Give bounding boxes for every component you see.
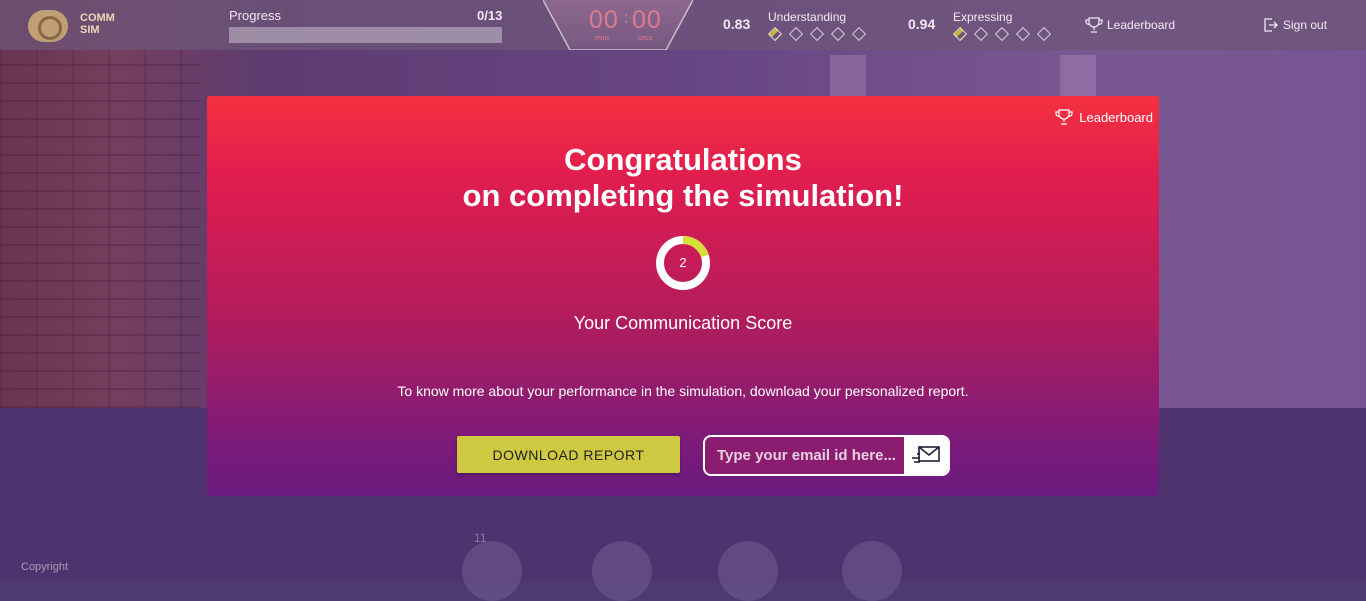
- score-caption: Your Communication Score: [573, 313, 793, 333]
- expressing-diamond-icon: [952, 26, 968, 42]
- download-report-button[interactable]: DOWNLOAD REPORT: [457, 436, 680, 473]
- timer-seconds: 00: [632, 6, 662, 34]
- logo-text: COMM SIM: [80, 12, 115, 36]
- expressing-label: Expressing: [953, 10, 1013, 24]
- send-mail-icon: [912, 445, 940, 463]
- expressing-diamond-icon: [1036, 26, 1052, 42]
- email-form: [703, 435, 950, 476]
- phone-nav-icon: [592, 541, 652, 601]
- chat-nav-icon: [718, 541, 778, 601]
- expressing-diamond-icon: [994, 26, 1010, 42]
- signout-link[interactable]: Sign out: [1263, 17, 1327, 33]
- expressing-diamond-icon: [1015, 26, 1031, 42]
- understanding-label: Understanding: [768, 10, 847, 24]
- congrats-heading: Congratulations on completing the simula…: [207, 142, 1159, 214]
- understanding-diamond-icon: [788, 26, 804, 42]
- timer-minutes: 00: [589, 6, 619, 34]
- logo-head-icon: [28, 10, 68, 42]
- top-bar: COMM SIM Progress 0/13 00 : 00 mins secs…: [0, 0, 1366, 50]
- progress-count: 0/13: [477, 8, 503, 23]
- expressing-diamond-icon: [973, 26, 989, 42]
- expressing-rating: [952, 26, 1052, 42]
- signout-label: Sign out: [1283, 18, 1328, 32]
- congrats-line1: Congratulations: [564, 142, 802, 177]
- understanding-diamond-icon: [809, 26, 825, 42]
- trophy-icon: [1085, 17, 1103, 33]
- app-logo: COMM SIM: [28, 8, 128, 44]
- report-description: To know more about your performance in t…: [397, 383, 969, 399]
- expressing-score: 0.94: [908, 16, 936, 32]
- mail-nav-icon: [462, 541, 522, 601]
- trophy-icon: [1055, 109, 1073, 125]
- progress-bar: [229, 27, 502, 43]
- meeting-nav-icon: [842, 541, 902, 601]
- modal-leaderboard-label: Leaderboard: [1079, 109, 1153, 125]
- understanding-diamond-icon: [830, 26, 846, 42]
- communication-score-value: 2: [679, 255, 687, 270]
- send-email-button[interactable]: [904, 437, 948, 474]
- progress-label: Progress: [229, 8, 282, 23]
- logo-line2: SIM: [80, 24, 100, 36]
- understanding-diamond-icon: [851, 26, 867, 42]
- modal-leaderboard-link[interactable]: Leaderboard: [1055, 109, 1153, 125]
- timer-colon: :: [624, 10, 629, 27]
- signout-icon: [1264, 18, 1278, 32]
- logo-line1: COMM: [80, 12, 115, 24]
- understanding-diamond-icon: [767, 26, 783, 42]
- topbar-leaderboard-link[interactable]: Leaderboard: [1085, 17, 1175, 33]
- email-input[interactable]: [705, 437, 903, 474]
- copyright-text: Copyright: [21, 561, 69, 573]
- timer-seconds-label: secs: [638, 35, 653, 42]
- congrats-line2: on completing the simulation!: [462, 178, 904, 213]
- topbar-leaderboard-label: Leaderboard: [1107, 18, 1176, 32]
- understanding-score: 0.83: [723, 16, 751, 32]
- timer-minutes-label: mins: [595, 35, 610, 42]
- completion-modal: Leaderboard Congratulations on completin…: [207, 96, 1159, 496]
- understanding-rating: [767, 26, 867, 42]
